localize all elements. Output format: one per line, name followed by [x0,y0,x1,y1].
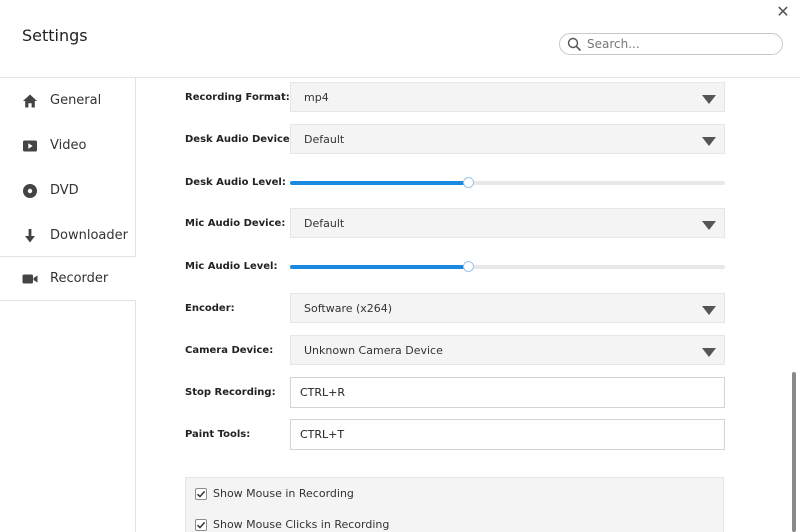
mic-audio-device-value: Default [304,217,345,230]
chevron-down-icon [702,137,716,146]
checkmark-icon [196,490,206,498]
sidebar-item-label: Downloader [50,228,128,243]
recording-format-label: Recording Format: [185,92,290,103]
stop-recording-label: Stop Recording: [185,387,276,398]
recording-format-select[interactable]: mp4 [290,82,725,112]
show-mouse-label: Show Mouse in Recording [213,487,354,500]
encoder-label: Encoder: [185,303,235,314]
slider-fill [290,181,469,185]
stop-recording-hotkey-field[interactable] [290,377,725,408]
checkmark-icon [196,521,206,529]
desk-audio-device-label: Desk Audio Device: [185,134,294,145]
home-icon [22,93,38,109]
sidebar-item-downloader[interactable]: Downloader [0,213,135,258]
chevron-down-icon [702,306,716,315]
camera-device-value: Unknown Camera Device [304,344,443,357]
chevron-down-icon [702,221,716,230]
sidebar-item-label: Recorder [50,271,109,286]
sidebar-item-recorder[interactable]: Recorder [0,256,136,301]
search-icon [567,37,581,51]
scrollbar-thumb[interactable] [792,372,796,532]
title-bar: Settings ✕ [0,0,800,78]
camera-device-select[interactable]: Unknown Camera Device [290,335,725,365]
sidebar: General Video DVD Downloader Recorder [0,78,136,532]
paint-tools-hotkey-field[interactable] [290,419,725,450]
chevron-down-icon [702,95,716,104]
chevron-down-icon [702,348,716,357]
mic-audio-level-slider[interactable] [290,261,725,272]
encoder-value: Software (x264) [304,302,393,315]
paint-tools-label: Paint Tools: [185,429,251,440]
show-mouse-clicks-checkbox-row[interactable]: Show Mouse Clicks in Recording [195,518,389,531]
download-icon [22,228,38,244]
slider-thumb[interactable] [463,261,475,272]
show-mouse-clicks-label: Show Mouse Clicks in Recording [213,518,390,531]
disc-icon [22,183,38,199]
recording-format-value: mp4 [304,91,329,104]
search-box[interactable] [559,33,783,55]
mic-audio-device-select[interactable]: Default [290,208,725,238]
slider-fill [290,265,469,269]
desk-audio-device-select[interactable]: Default [290,124,725,154]
sidebar-item-label: General [50,93,102,108]
window-title: Settings [22,26,88,45]
show-mouse-checkbox-row[interactable]: Show Mouse in Recording [195,487,354,500]
desk-audio-level-slider[interactable] [290,177,725,188]
recording-options-panel: Show Mouse in Recording Show Mouse Click… [185,477,724,532]
sidebar-item-label: Video [50,138,87,153]
mic-audio-level-label: Mic Audio Level: [185,261,278,272]
sidebar-item-dvd[interactable]: DVD [0,168,135,213]
close-button[interactable]: ✕ [772,2,794,22]
show-mouse-clicks-checkbox[interactable] [195,518,207,531]
sidebar-item-label: DVD [50,183,79,198]
video-icon [22,138,38,154]
show-mouse-checkbox[interactable] [195,487,207,500]
camera-device-label: Camera Device: [185,345,274,356]
sidebar-item-video[interactable]: Video [0,123,135,168]
recorder-settings-panel: Recording Format: mp4 Desk Audio Device:… [136,78,800,532]
slider-thumb[interactable] [463,177,475,188]
sidebar-item-general[interactable]: General [0,78,135,123]
encoder-select[interactable]: Software (x264) [290,293,725,323]
desk-audio-device-value: Default [304,133,345,146]
desk-audio-level-label: Desk Audio Level: [185,177,286,188]
search-input[interactable] [587,35,777,53]
mic-audio-device-label: Mic Audio Device: [185,218,286,229]
camera-icon [22,271,38,287]
close-icon: ✕ [776,2,790,21]
